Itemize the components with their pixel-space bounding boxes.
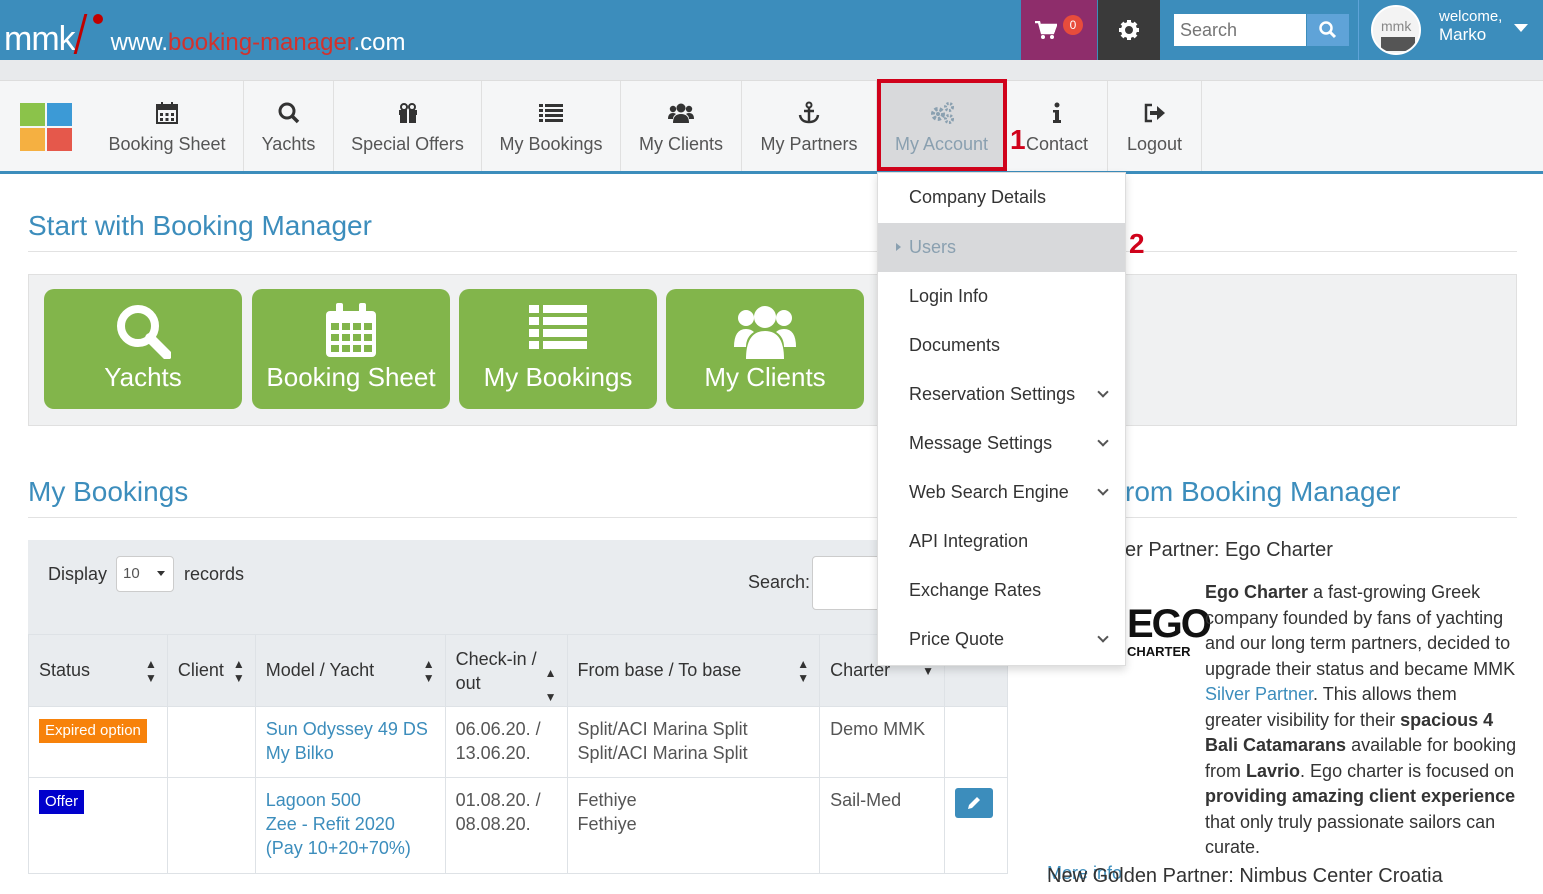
- table-row[interactable]: Offer Lagoon 500 Zee - Refit 2020 (Pay 10…: [28, 777, 1009, 874]
- sort-icon: ▲ ▼: [422, 656, 435, 685]
- quick-yachts-button[interactable]: Yachts: [44, 289, 242, 409]
- menu-login-info[interactable]: Login Info: [878, 272, 1125, 321]
- table-row[interactable]: Expired option Sun Odyssey 49 DS My Bilko…: [28, 706, 1009, 778]
- search-button[interactable]: [1307, 14, 1349, 46]
- table-header-row: Status ▲ ▼ Client ▲ ▼ Model / Yacht ▲ ▼ Check-…: [28, 634, 1009, 707]
- apps-grid-icon[interactable]: [20, 103, 72, 151]
- logo-dot: [92, 14, 103, 24]
- divider: [28, 517, 1008, 518]
- gears-icon: [928, 98, 956, 128]
- menu-company-details[interactable]: Company Details: [878, 173, 1125, 222]
- step-number-1: 1: [1010, 124, 1026, 155]
- gear-icon: [1119, 20, 1139, 40]
- sort-icon: ▲ ▼: [144, 656, 157, 685]
- nav-my-partners[interactable]: My Partners: [742, 81, 877, 171]
- yacht-link[interactable]: Lagoon 500 Zee - Refit 2020 (Pay 10+20+70…: [266, 790, 411, 858]
- sign-out-icon: [1144, 98, 1166, 128]
- menu-reservation-settings[interactable]: Reservation Settings: [878, 370, 1125, 419]
- col-status[interactable]: Status ▲ ▼: [28, 634, 168, 707]
- settings-button[interactable]: [1098, 0, 1160, 60]
- list-icon: [529, 305, 587, 349]
- sort-icon: ▲ ▼: [797, 656, 810, 685]
- search-input[interactable]: [1174, 14, 1306, 46]
- menu-price-quote[interactable]: Price Quote: [878, 615, 1125, 664]
- users-icon: [734, 306, 796, 359]
- cart-icon: [1035, 21, 1057, 39]
- bookings-table: Status ▲ ▼ Client ▲ ▼ Model / Yacht ▲ ▼ Check-…: [28, 634, 1009, 874]
- silver-partner-link[interactable]: Silver Partner: [1205, 684, 1313, 704]
- top-bar: mmk www.booking-manager.com 0 mmk welcom…: [0, 0, 1543, 60]
- welcome-text: welcome, Marko: [1439, 8, 1503, 44]
- quick-booking-sheet-button[interactable]: Booking Sheet: [252, 289, 450, 409]
- cart-count-badge: 0: [1063, 15, 1083, 35]
- logo[interactable]: mmk www.booking-manager.com: [4, 10, 405, 59]
- chevron-down-icon: [1097, 484, 1109, 496]
- news-title: rom Booking Manager: [1125, 476, 1401, 507]
- menu-exchange-rates[interactable]: Exchange Rates: [878, 566, 1125, 615]
- col-client[interactable]: Client ▲ ▼: [166, 634, 256, 707]
- calendar-icon: [156, 98, 178, 128]
- avatar: mmk: [1371, 5, 1421, 55]
- col-from-to-base[interactable]: From base / To base ▲ ▼: [566, 634, 821, 707]
- col-checkin-out[interactable]: Check-in / out ▲ ▼: [444, 634, 568, 707]
- caret-down-icon: [1514, 24, 1528, 32]
- col-model-yacht[interactable]: Model / Yacht ▲ ▼: [254, 634, 446, 707]
- sort-icon: ▲ ▼: [544, 665, 557, 704]
- site-url: www.booking-manager.com: [110, 29, 406, 56]
- chevron-down-icon: [1097, 386, 1109, 398]
- svg-text:mmk: mmk: [1381, 18, 1412, 34]
- nav-my-account[interactable]: My Account: [877, 81, 1007, 171]
- start-title: Start with Booking Manager: [28, 210, 372, 241]
- display-label: Display: [48, 564, 108, 584]
- pencil-icon: [967, 797, 980, 809]
- list-icon: [539, 98, 563, 128]
- quick-my-clients-button[interactable]: My Clients: [666, 289, 864, 409]
- search-icon: [278, 98, 300, 128]
- nav-yachts[interactable]: Yachts: [244, 81, 334, 171]
- calendar-icon: [326, 303, 376, 357]
- main-nav: Booking Sheet Yachts Special Offers My B…: [0, 80, 1543, 174]
- bookings-title: My Bookings: [28, 476, 189, 507]
- nav-my-bookings[interactable]: My Bookings: [482, 81, 621, 171]
- chevron-down-icon: [1097, 631, 1109, 643]
- search-icon: [117, 305, 171, 359]
- records-label: records: [184, 564, 245, 584]
- edit-button[interactable]: [954, 788, 993, 818]
- sort-icon: ▲ ▼: [232, 656, 245, 685]
- caret-right-icon: [896, 243, 901, 251]
- news-headline: er Partner: Ego Charter: [1125, 539, 1333, 561]
- separator-bar: [0, 60, 1543, 80]
- anchor-icon: [797, 98, 821, 128]
- chevron-down-icon: [1097, 435, 1109, 447]
- avatar-image: mmk: [1373, 7, 1419, 53]
- caret-down-icon: [157, 571, 165, 576]
- search-icon: [1319, 21, 1337, 39]
- nav-logout[interactable]: Logout: [1108, 81, 1202, 171]
- divider: [28, 251, 1517, 252]
- status-badge: Expired option: [39, 719, 147, 743]
- news-headline-2: New Golden Partner: Nimbus Center Croati…: [1047, 865, 1443, 887]
- step-number-2: 2: [1129, 228, 1145, 259]
- nav-my-clients[interactable]: My Clients: [621, 81, 742, 171]
- my-account-dropdown: Company Details Users Login Info Documen…: [877, 172, 1126, 666]
- cart-button[interactable]: 0: [1021, 0, 1097, 60]
- gift-icon: [397, 98, 419, 128]
- yacht-link[interactable]: Sun Odyssey 49 DS My Bilko: [266, 719, 428, 763]
- user-menu[interactable]: mmk welcome, Marko: [1358, 0, 1543, 60]
- menu-web-search-engine[interactable]: Web Search Engine: [878, 468, 1125, 517]
- menu-users[interactable]: Users: [878, 223, 1125, 272]
- users-icon: [668, 98, 694, 128]
- user-name: Marko: [1439, 25, 1487, 44]
- nav-booking-sheet[interactable]: Booking Sheet: [91, 81, 244, 171]
- table-search-label: Search:: [748, 572, 811, 592]
- info-icon: [1052, 98, 1062, 128]
- logo-text: mmk: [4, 20, 76, 58]
- quick-my-bookings-button[interactable]: My Bookings: [459, 289, 657, 409]
- status-badge: Offer: [39, 790, 85, 814]
- nav-special-offers[interactable]: Special Offers: [334, 81, 482, 171]
- menu-api-integration[interactable]: API Integration: [878, 517, 1125, 566]
- menu-documents[interactable]: Documents: [878, 321, 1125, 370]
- records-per-page-select[interactable]: 10: [116, 556, 174, 592]
- menu-message-settings[interactable]: Message Settings: [878, 419, 1125, 468]
